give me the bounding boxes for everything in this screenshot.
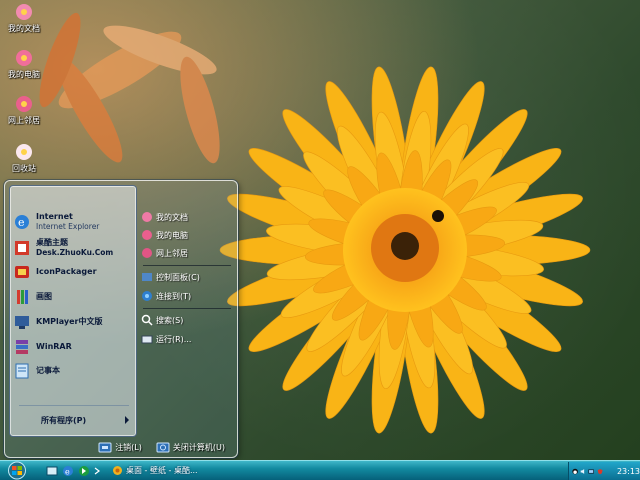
program-name: Internet	[36, 212, 73, 221]
place-my-computer[interactable]: 我的电脑	[141, 227, 233, 243]
windows-orb-icon[interactable]	[6, 461, 28, 480]
program-subtitle: Internet Explorer	[36, 222, 100, 231]
browser-window-icon	[113, 466, 122, 475]
notepad-icon	[15, 363, 29, 379]
program-notepad[interactable]: 记事本	[13, 360, 131, 382]
taskbar-clock[interactable]: 23:13	[617, 467, 640, 476]
desktop-icon-label: 回收站	[12, 164, 36, 173]
place-label: 网上邻居	[156, 248, 188, 258]
flower-computer-icon	[16, 50, 32, 66]
place-search[interactable]: 搜索(S)	[141, 312, 233, 328]
computer-icon	[142, 230, 152, 240]
chevron-right-icon	[125, 416, 129, 424]
zhuoku-theme-icon	[15, 241, 29, 255]
desktop-icon-recycle-bin[interactable]: 回收站	[2, 142, 46, 174]
qq-icon[interactable]	[572, 467, 578, 476]
place-label: 搜索(S)	[156, 315, 184, 325]
desktop-icon-network[interactable]: 网上邻居	[2, 94, 46, 126]
logoff-icon	[98, 442, 112, 452]
flower-network-icon	[16, 96, 32, 112]
desktop-icon-label: 我的文档	[8, 24, 40, 33]
desktop-icon-my-documents[interactable]: 我的文档	[2, 2, 46, 34]
program-name: KMPlayer中文版	[36, 317, 103, 326]
chevron-right-icon[interactable]	[94, 465, 100, 477]
taskbar-window-label: 桌面 - 壁纸 - 桌酷...	[126, 466, 198, 475]
security-icon[interactable]	[597, 467, 603, 476]
place-control-panel[interactable]: 控制面板(C)	[141, 269, 233, 285]
shutdown-button[interactable]: 关闭计算机(U)	[156, 442, 225, 453]
program-kmplayer[interactable]: KMPlayer中文版	[13, 311, 131, 333]
svg-text:e: e	[18, 216, 25, 229]
places-separator	[143, 308, 231, 309]
logoff-label: 注销(L)	[115, 442, 142, 452]
desktop-icon-label: 我的电脑	[8, 70, 40, 79]
place-network[interactable]: 网上邻居	[141, 245, 233, 261]
start-menu: e Internet Internet Explorer 桌酷主题 Desk.Z…	[4, 180, 238, 458]
iconpackager-icon	[15, 266, 29, 278]
program-name: 桌酷主题	[36, 238, 68, 247]
winrar-icon	[16, 340, 28, 354]
show-desktop-icon[interactable]	[46, 465, 58, 477]
place-label: 我的电脑	[156, 230, 188, 240]
program-name: 画图	[36, 292, 52, 301]
all-programs-label: 所有程序(P)	[41, 415, 87, 425]
program-iconpackager[interactable]: IconPackager	[13, 261, 131, 283]
arrow-quicklaunch-icon[interactable]	[78, 465, 90, 477]
place-run[interactable]: 运行(R)...	[141, 331, 233, 347]
taskbar: e 桌面 - 壁纸 - 桌酷... 23:13	[0, 460, 640, 480]
logoff-button[interactable]: 注销(L)	[98, 442, 142, 453]
programs-separator	[19, 405, 129, 406]
desktop-icon-label: 网上邻居	[8, 116, 40, 125]
program-name: IconPackager	[36, 267, 97, 276]
flower-folder-icon	[16, 4, 32, 20]
places-separator	[143, 265, 231, 266]
paint-icon	[17, 290, 28, 304]
place-label: 控制面板(C)	[156, 272, 200, 282]
place-label: 我的文档	[156, 212, 188, 222]
place-connect-to[interactable]: 连接到(T)	[141, 288, 233, 304]
program-zhuoku-theme[interactable]: 桌酷主题 Desk.ZhuoKu.Com	[13, 237, 131, 259]
shutdown-label: 关闭计算机(U)	[172, 442, 225, 452]
search-icon	[141, 314, 153, 326]
control-panel-icon	[142, 273, 152, 281]
program-winrar[interactable]: WinRAR	[13, 336, 131, 358]
shutdown-icon	[156, 442, 170, 452]
svg-text:e: e	[65, 468, 70, 477]
network-tray-icon[interactable]	[588, 467, 595, 476]
program-internet-explorer[interactable]: e Internet Internet Explorer	[13, 211, 131, 233]
all-programs-button[interactable]: 所有程序(P)	[41, 413, 129, 427]
internet-explorer-icon: e	[15, 215, 29, 229]
program-name: WinRAR	[36, 342, 72, 351]
kmplayer-icon	[15, 316, 29, 329]
taskbar-window-button[interactable]: 桌面 - 壁纸 - 桌酷...	[108, 463, 210, 478]
flower-recycle-bin-icon	[16, 144, 32, 160]
network-icon	[142, 248, 152, 258]
ie-quicklaunch-icon[interactable]: e	[62, 465, 74, 477]
system-tray: 23:13	[568, 462, 640, 480]
place-label: 连接到(T)	[156, 291, 192, 301]
documents-icon	[142, 212, 152, 222]
program-subtitle: Desk.ZhuoKu.Com	[36, 248, 114, 257]
start-menu-footer: 注销(L) 关闭计算机(U)	[5, 437, 237, 457]
volume-icon[interactable]	[580, 467, 586, 476]
place-label: 运行(R)...	[156, 334, 192, 344]
program-paint[interactable]: 画图	[13, 286, 131, 308]
run-icon	[141, 335, 153, 344]
connect-icon	[142, 291, 152, 301]
desktop-icon-my-computer[interactable]: 我的电脑	[2, 48, 46, 80]
place-my-documents[interactable]: 我的文档	[141, 209, 233, 225]
program-name: 记事本	[36, 366, 60, 375]
